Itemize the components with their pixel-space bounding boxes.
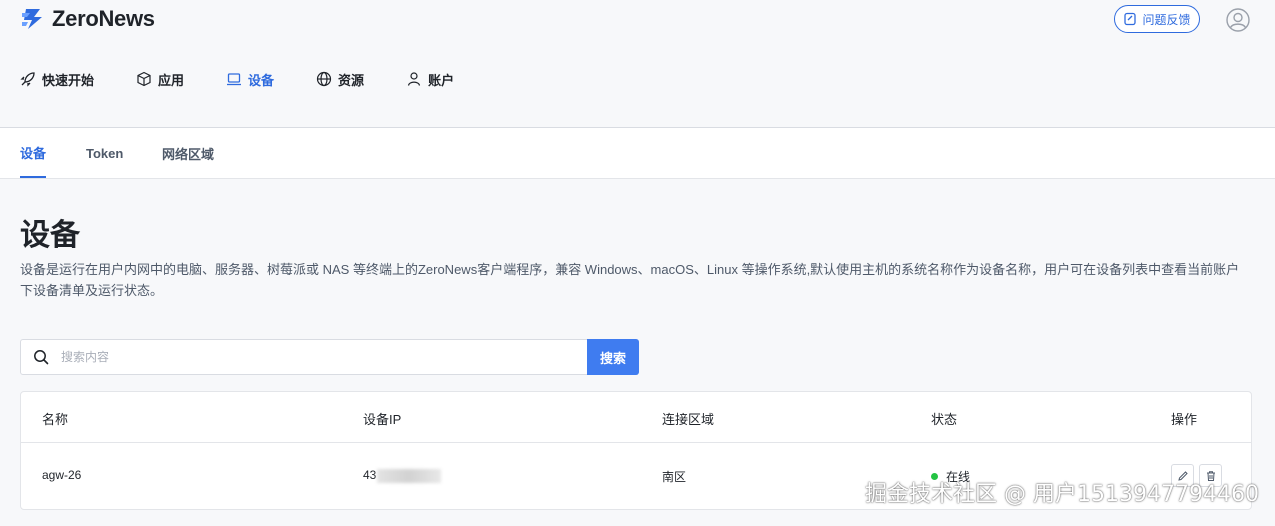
column-header-name: 名称	[42, 412, 69, 427]
top-header: ZeroNews 问题反馈 快速开始 应用 设备 资源 账户	[0, 0, 1275, 128]
column-header-status: 状态	[931, 412, 958, 427]
device-ip-prefix: 43	[363, 468, 377, 482]
tab-token[interactable]: Token	[86, 128, 123, 178]
search-button[interactable]: 搜索	[587, 339, 639, 375]
rocket-icon	[20, 72, 35, 87]
nav-label: 账户	[428, 72, 455, 88]
table-header: 名称 设备IP 连接区域 状态 操作	[21, 392, 1251, 443]
column-header-actions: 操作	[1171, 412, 1198, 427]
box-icon	[137, 71, 151, 87]
page-title: 设备	[20, 219, 80, 252]
page-description: 设备是运行在用户内网中的电脑、服务器、树莓派或 NAS 等终端上的ZeroNew…	[20, 262, 1240, 298]
user-icon	[407, 72, 421, 86]
tab-devices[interactable]: 设备	[20, 128, 47, 178]
brand-name: ZeroNews	[52, 6, 155, 31]
ip-redaction	[377, 468, 442, 483]
column-header-ip: 设备IP	[363, 412, 402, 427]
nav-item-apps[interactable]: 应用	[136, 66, 184, 92]
globe-icon	[316, 71, 332, 87]
zeronews-logo-icon	[22, 9, 42, 29]
search-input[interactable]	[61, 340, 587, 374]
sub-nav: 设备 Token 网络区域	[0, 128, 1275, 179]
main-nav: 快速开始 应用 设备 资源 账户	[20, 66, 496, 92]
device-region: 南区	[662, 470, 687, 484]
nav-label: 应用	[158, 72, 185, 88]
column-header-region: 连接区域	[662, 412, 715, 427]
tab-network-zone[interactable]: 网络区域	[162, 128, 214, 178]
nav-item-resources[interactable]: 资源	[316, 66, 364, 92]
nav-item-account[interactable]: 账户	[406, 66, 454, 92]
device-ip: 43	[363, 468, 442, 483]
user-circle-icon[interactable]	[1226, 8, 1250, 32]
nav-label: 设备	[248, 72, 275, 88]
feedback-icon	[1124, 12, 1137, 26]
device-name: agw-26	[42, 468, 82, 482]
nav-label: 资源	[338, 72, 365, 88]
feedback-label: 问题反馈	[1142, 12, 1191, 27]
nav-item-devices[interactable]: 设备	[226, 66, 274, 92]
logo[interactable]: ZeroNews	[20, 6, 155, 32]
search-icon	[21, 340, 61, 374]
laptop-icon	[227, 73, 242, 86]
watermark: 掘金技术社区 @ 用户1513947794460	[865, 482, 1259, 507]
nav-item-quick-start[interactable]: 快速开始	[20, 66, 94, 92]
search-bar: 搜索	[20, 339, 639, 375]
feedback-button[interactable]: 问题反馈	[1114, 5, 1200, 33]
nav-label: 快速开始	[42, 72, 95, 88]
